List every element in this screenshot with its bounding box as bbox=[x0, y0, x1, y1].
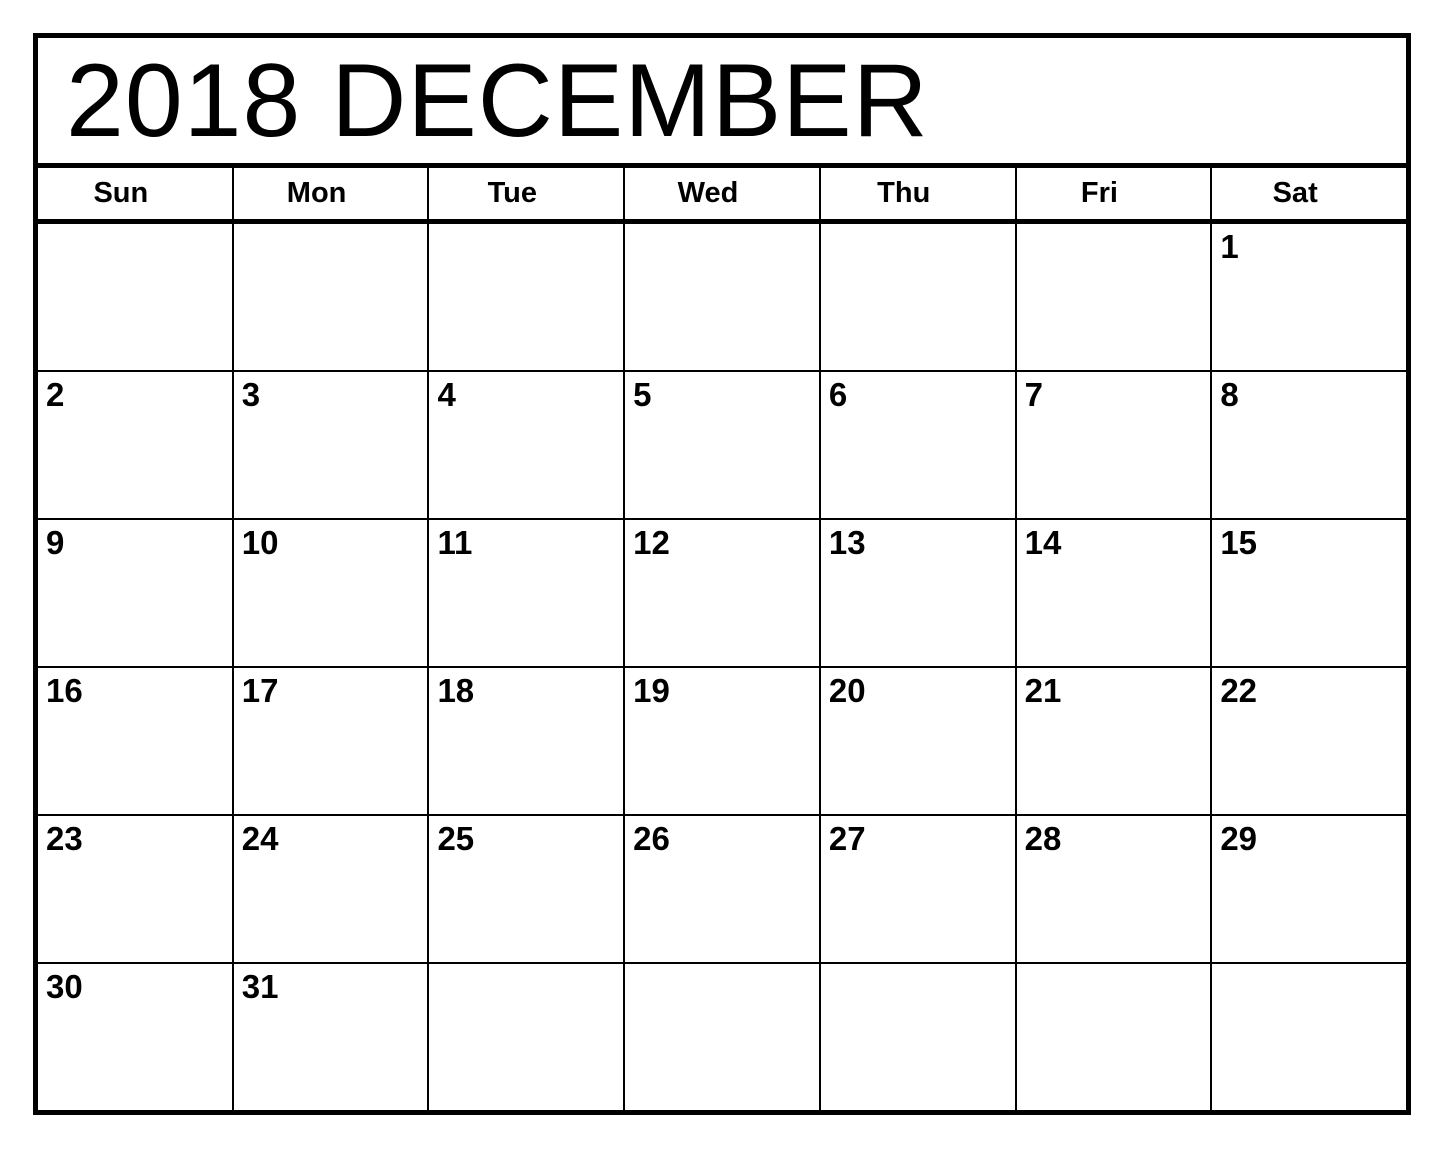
day-number: 24 bbox=[241, 820, 279, 857]
weekday-label: Sat bbox=[1272, 177, 1318, 209]
day-cell[interactable] bbox=[38, 224, 234, 370]
weekday-label: Tue bbox=[487, 177, 537, 209]
day-number: 19 bbox=[633, 672, 670, 709]
day-cell[interactable]: 9 bbox=[38, 520, 234, 666]
day-number: 15 bbox=[1220, 524, 1258, 561]
day-number: 20 bbox=[828, 672, 866, 709]
day-cell[interactable]: 12 bbox=[625, 520, 821, 666]
day-number: 11 bbox=[437, 524, 473, 561]
day-number: 16 bbox=[46, 672, 83, 709]
day-cell[interactable] bbox=[1016, 224, 1213, 370]
calendar-container: 2018 DECEMBER Sun Mon Tue Wed Thu Fri Sa… bbox=[33, 33, 1411, 1115]
day-number: 3 bbox=[241, 376, 261, 413]
weekday-label: Mon bbox=[286, 177, 347, 209]
day-cell[interactable]: 30 bbox=[38, 964, 234, 1110]
day-cell[interactable]: 17 bbox=[233, 668, 430, 814]
day-cell[interactable]: 18 bbox=[429, 668, 626, 814]
day-cell[interactable] bbox=[625, 964, 821, 1110]
day-cell[interactable]: 14 bbox=[1016, 520, 1213, 666]
day-cell[interactable]: 11 bbox=[429, 520, 626, 666]
day-cell[interactable]: 20 bbox=[820, 668, 1017, 814]
calendar-title-bar: 2018 DECEMBER bbox=[38, 38, 1406, 168]
weekday-label: Thu bbox=[877, 177, 931, 209]
day-cell[interactable]: 22 bbox=[1212, 668, 1407, 814]
day-number: 18 bbox=[437, 672, 475, 709]
week-row: 30 31 bbox=[38, 964, 1407, 1110]
day-cell[interactable]: 1 bbox=[1212, 224, 1407, 370]
weekday-label: Fri bbox=[1080, 177, 1118, 209]
weekday-header-thu: Thu bbox=[821, 168, 1017, 219]
day-number: 31 bbox=[241, 968, 279, 1005]
day-cell[interactable]: 8 bbox=[1212, 372, 1407, 518]
day-number: 26 bbox=[633, 820, 670, 857]
day-number: 17 bbox=[241, 672, 279, 709]
day-cell[interactable]: 23 bbox=[38, 816, 234, 962]
day-cell[interactable]: 29 bbox=[1212, 816, 1407, 962]
day-cell[interactable]: 16 bbox=[38, 668, 234, 814]
day-cell[interactable]: 5 bbox=[625, 372, 821, 518]
calendar-grid: 1 2 3 4 5 6 7 8 9 10 11 12 13 14 15 16 1… bbox=[38, 224, 1407, 1110]
day-number: 9 bbox=[46, 524, 65, 561]
day-cell[interactable] bbox=[820, 224, 1017, 370]
day-number: 23 bbox=[46, 820, 83, 857]
day-number: 13 bbox=[828, 524, 866, 561]
weekday-header-wed: Wed bbox=[625, 168, 821, 219]
day-number: 8 bbox=[1220, 376, 1239, 413]
weekday-header-fri: Fri bbox=[1017, 168, 1213, 219]
weekday-header-sun: Sun bbox=[38, 168, 234, 219]
week-row: 1 bbox=[38, 224, 1407, 372]
day-cell[interactable] bbox=[233, 224, 430, 370]
day-cell[interactable]: 10 bbox=[233, 520, 430, 666]
day-cell[interactable]: 3 bbox=[233, 372, 430, 518]
weekday-header-sat: Sat bbox=[1212, 168, 1406, 219]
day-number: 7 bbox=[1024, 376, 1043, 413]
day-cell[interactable] bbox=[429, 964, 626, 1110]
day-cell[interactable] bbox=[820, 964, 1017, 1110]
day-number: 21 bbox=[1024, 672, 1062, 709]
weekday-label: Wed bbox=[677, 177, 739, 209]
day-cell[interactable] bbox=[1016, 964, 1213, 1110]
week-row: 9 10 11 12 13 14 15 bbox=[38, 520, 1407, 668]
page-title: 2018 DECEMBER bbox=[66, 42, 929, 159]
day-number: 30 bbox=[46, 968, 83, 1005]
day-cell[interactable]: 27 bbox=[820, 816, 1017, 962]
weekday-header-tue: Tue bbox=[429, 168, 626, 219]
day-cell[interactable] bbox=[1212, 964, 1407, 1110]
day-number: 25 bbox=[437, 820, 475, 857]
week-row: 23 24 25 26 27 28 29 bbox=[38, 816, 1407, 964]
day-cell[interactable]: 13 bbox=[820, 520, 1017, 666]
day-cell[interactable]: 26 bbox=[625, 816, 821, 962]
day-cell[interactable] bbox=[429, 224, 626, 370]
day-cell[interactable]: 31 bbox=[233, 964, 430, 1110]
day-number: 27 bbox=[828, 820, 866, 857]
day-number: 14 bbox=[1024, 524, 1062, 561]
day-cell[interactable]: 6 bbox=[820, 372, 1017, 518]
day-cell[interactable]: 19 bbox=[625, 668, 821, 814]
week-row: 2 3 4 5 6 7 8 bbox=[38, 372, 1407, 520]
day-number: 6 bbox=[828, 376, 848, 413]
day-cell[interactable]: 4 bbox=[429, 372, 626, 518]
day-number: 10 bbox=[241, 524, 279, 561]
day-number: 22 bbox=[1220, 672, 1258, 709]
day-number: 2 bbox=[46, 376, 65, 413]
day-cell[interactable]: 28 bbox=[1016, 816, 1213, 962]
day-cell[interactable]: 21 bbox=[1016, 668, 1213, 814]
day-number: 12 bbox=[633, 524, 670, 561]
weekday-header-mon: Mon bbox=[234, 168, 430, 219]
week-row: 16 17 18 19 20 21 22 bbox=[38, 668, 1407, 816]
day-cell[interactable] bbox=[625, 224, 821, 370]
day-number: 4 bbox=[437, 376, 456, 413]
weekday-label: Sun bbox=[93, 177, 149, 209]
day-cell[interactable]: 24 bbox=[233, 816, 430, 962]
day-cell[interactable]: 25 bbox=[429, 816, 626, 962]
day-number: 29 bbox=[1220, 820, 1258, 857]
day-number: 1 bbox=[1220, 228, 1239, 265]
weekday-header-row: Sun Mon Tue Wed Thu Fri Sat bbox=[38, 168, 1406, 224]
day-cell[interactable]: 2 bbox=[38, 372, 234, 518]
day-cell[interactable]: 15 bbox=[1212, 520, 1407, 666]
day-cell[interactable]: 7 bbox=[1016, 372, 1213, 518]
day-number: 28 bbox=[1024, 820, 1062, 857]
calendar-page: 2018 DECEMBER Sun Mon Tue Wed Thu Fri Sa… bbox=[0, 0, 1444, 1156]
day-number: 5 bbox=[633, 376, 652, 413]
